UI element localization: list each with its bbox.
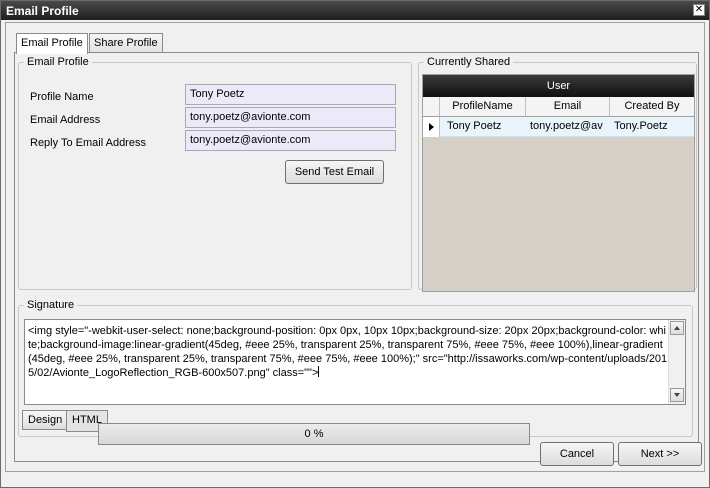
window-title: Email Profile — [6, 4, 79, 18]
arrow-down-icon — [674, 393, 680, 397]
shared-users-grid: User ProfileName Email Created By Tony P… — [422, 74, 695, 292]
currently-shared-group: Currently Shared User ProfileName Email … — [418, 56, 697, 292]
tab-share-profile[interactable]: Share Profile — [89, 33, 163, 53]
grid-group-header-user: User — [423, 75, 694, 97]
table-row[interactable]: Tony Poetz tony.poetz@av Tony.Poetz — [423, 117, 694, 137]
email-profile-legend: Email Profile — [24, 56, 92, 68]
col-header-email[interactable]: Email — [526, 97, 610, 117]
text-caret — [318, 366, 320, 377]
cell-email: tony.poetz@av — [530, 120, 603, 132]
next-button[interactable]: Next >> — [618, 442, 702, 466]
col-header-profile-name[interactable]: ProfileName — [440, 97, 526, 117]
signature-scrollbar[interactable] — [668, 320, 685, 404]
send-test-email-button[interactable]: Send Test Email — [285, 160, 384, 184]
reply-to-input[interactable]: tony.poetz@avionte.com — [185, 130, 396, 151]
cancel-button[interactable]: Cancel — [540, 442, 614, 466]
close-icon[interactable]: ✕ — [693, 4, 705, 16]
reply-to-label: Reply To Email Address — [30, 137, 146, 149]
cell-created-by: Tony.Poetz — [614, 120, 668, 132]
dialog-body: Email Profile Share Profile Email Profil… — [5, 22, 705, 472]
tab-email-profile[interactable]: Email Profile — [16, 33, 88, 54]
signature-group: Signature <img style="-webkit-user-selec… — [18, 299, 693, 437]
email-profile-group: Email Profile Profile Name Tony Poetz Em… — [18, 56, 412, 290]
email-address-input[interactable]: tony.poetz@avionte.com — [185, 107, 396, 128]
row-indicator-arrow-icon — [423, 117, 440, 137]
cell-profile-name: Tony Poetz — [447, 120, 502, 132]
progress-text: 0 % — [304, 428, 324, 440]
currently-shared-legend: Currently Shared — [424, 56, 514, 68]
tab-design[interactable]: Design — [22, 410, 69, 430]
grid-row-header-spacer — [423, 97, 440, 117]
profile-name-input[interactable]: Tony Poetz — [185, 84, 396, 105]
col-header-created-by[interactable]: Created By — [610, 97, 694, 117]
signature-html-editor[interactable]: <img style="-webkit-user-select: none;ba… — [24, 319, 686, 405]
title-bar: Email Profile ✕ — [1, 1, 709, 20]
scroll-up-button[interactable] — [670, 321, 684, 335]
signature-html-text: <img style="-webkit-user-select: none;ba… — [28, 325, 668, 379]
scroll-down-button[interactable] — [670, 388, 684, 402]
signature-legend: Signature — [24, 299, 78, 311]
email-address-label: Email Address — [30, 114, 101, 126]
profile-name-label: Profile Name — [30, 91, 94, 103]
tab-panel-email-profile: Email Profile Profile Name Tony Poetz Em… — [14, 52, 699, 462]
progress-bar: 0 % — [98, 423, 530, 445]
email-profile-window: Email Profile ✕ Email Profile Share Prof… — [0, 0, 710, 488]
arrow-up-icon — [674, 326, 680, 330]
